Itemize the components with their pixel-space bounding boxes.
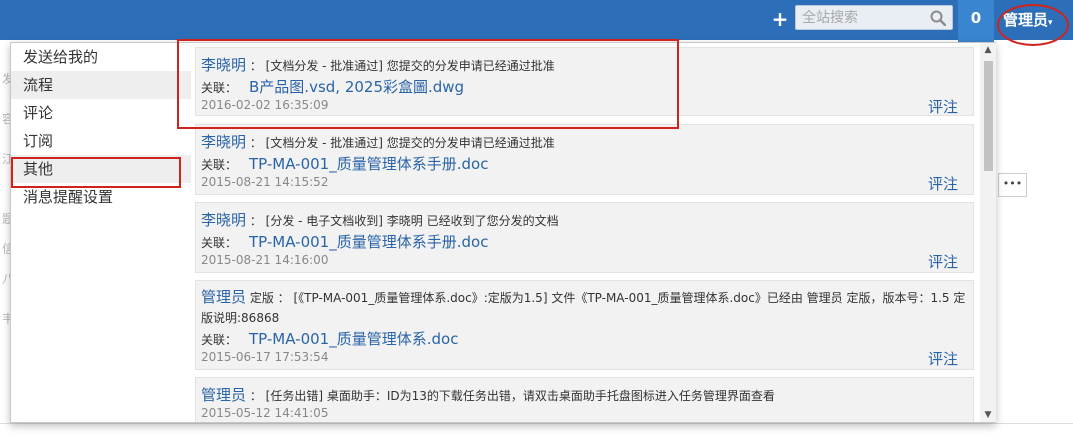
notification-item: 李晓明 ： [分发 - 电子文档收到] 李晓明 已经收到了您分发的文档 关联： T…: [195, 202, 974, 273]
sender-link[interactable]: 管理员: [201, 288, 246, 306]
scroll-up-icon[interactable]: ▲: [980, 43, 996, 57]
comment-link[interactable]: 评注: [928, 96, 958, 117]
related-files: 关联： TP-MA-001_质量管理体系手册.doc: [201, 153, 488, 174]
notification-item: 李晓明 ： [文档分发 - 批准通过] 您提交的分发申请已经通过批准 关联： TP…: [195, 124, 974, 195]
related-file-link[interactable]: TP-MA-001_质量管理体系手册.doc: [249, 233, 488, 251]
more-button[interactable]: •••: [998, 173, 1027, 197]
comment-link[interactable]: 评注: [928, 173, 958, 194]
notification-message: 定版 ： [《TP-MA-001_质量管理体系.doc》:定版为1.5] 文件《…: [201, 291, 966, 325]
notification-message: ： [分发 - 电子文档收到] 李晓明 已经收到了您分发的文档: [249, 214, 559, 228]
top-navbar: + 0 管理员▾: [0, 0, 1073, 46]
menu-item-comments[interactable]: 评论: [11, 99, 191, 127]
scrollbar-thumb[interactable]: [984, 61, 993, 171]
search-icon[interactable]: [930, 10, 946, 26]
menu-item-workflow[interactable]: 流程: [11, 71, 191, 99]
notification-item: 管理员 ： [任务出错] 桌面助手：ID为13的下载任务出错，请双击桌面助手托盘…: [195, 377, 974, 422]
comment-link[interactable]: 评注: [928, 251, 958, 272]
global-search[interactable]: [795, 5, 953, 30]
notification-title: 管理员 定版 ： [《TP-MA-001_质量管理体系.doc》:定版为1.5]…: [201, 287, 966, 328]
related-label: 关联：: [201, 333, 238, 347]
notification-item: 管理员 定版 ： [《TP-MA-001_质量管理体系.doc》:定版为1.5]…: [195, 280, 974, 370]
annotation-box: [177, 39, 679, 129]
notification-title: 李晓明 ： [文档分发 - 批准通过] 您提交的分发申请已经通过批准: [201, 131, 555, 152]
comment-link[interactable]: 评注: [928, 348, 958, 369]
timestamp: 2015-08-21 14:16:00: [201, 253, 329, 267]
divider: [0, 423, 1073, 424]
related-file-link[interactable]: TP-MA-001_质量管理体系手册.doc: [249, 155, 488, 173]
search-input[interactable]: [802, 8, 922, 27]
sender-link[interactable]: 李晓明: [201, 211, 246, 229]
related-label: 关联：: [201, 236, 238, 250]
annotation-box: [11, 157, 181, 188]
notification-message: ： [任务出错] 桌面助手：ID为13的下载任务出错，请双击桌面助手托盘图标进入…: [249, 389, 775, 403]
scroll-down-icon[interactable]: ▼: [980, 408, 996, 422]
related-files: 关联： TP-MA-001_质量管理体系.doc: [201, 328, 458, 349]
timestamp: 2015-08-21 14:15:52: [201, 175, 329, 189]
notification-message: ： [文档分发 - 批准通过] 您提交的分发申请已经通过批准: [249, 136, 555, 150]
notification-title: 李晓明 ： [分发 - 电子文档收到] 李晓明 已经收到了您分发的文档: [201, 209, 559, 230]
scrollbar[interactable]: ▲ ▼: [980, 43, 996, 422]
notification-count-badge[interactable]: 0: [958, 0, 994, 42]
menu-item-sent-to-me[interactable]: 发送给我的: [11, 43, 191, 71]
related-files: 关联： TP-MA-001_质量管理体系手册.doc: [201, 231, 488, 252]
add-icon[interactable]: +: [770, 7, 790, 31]
notification-title: 管理员 ： [任务出错] 桌面助手：ID为13的下载任务出错，请双击桌面助手托盘…: [201, 384, 775, 405]
annotation-circle: [997, 4, 1069, 46]
related-label: 关联：: [201, 158, 238, 172]
sender-link[interactable]: 管理员: [201, 386, 246, 404]
sender-link[interactable]: 李晓明: [201, 133, 246, 151]
menu-item-subscriptions[interactable]: 订阅: [11, 127, 191, 155]
timestamp: 2015-06-17 17:53:54: [201, 350, 329, 364]
timestamp: 2015-05-12 14:41:05: [201, 406, 329, 420]
related-file-link[interactable]: TP-MA-001_质量管理体系.doc: [249, 330, 458, 348]
